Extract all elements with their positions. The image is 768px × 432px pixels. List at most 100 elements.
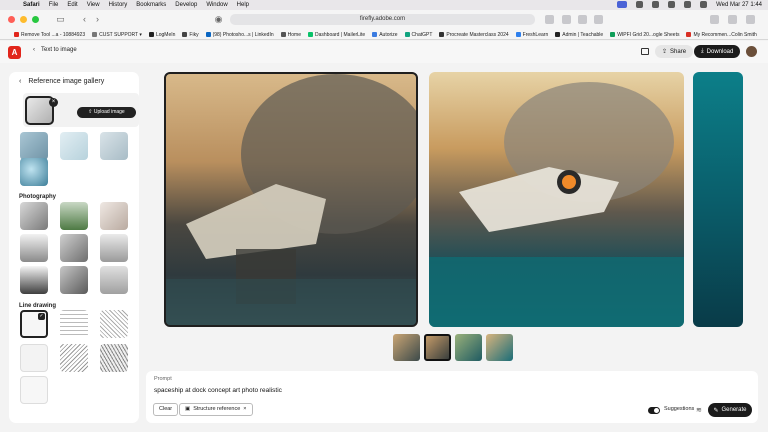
gallery-thumbnail[interactable] (60, 202, 88, 230)
screen-record-icon[interactable] (617, 1, 628, 8)
gallery-thumbnail[interactable] (100, 344, 128, 372)
clear-button[interactable]: Clear (153, 403, 179, 416)
structure-reference-chip[interactable]: ▣ Structure reference × (179, 403, 253, 416)
share-label: Share (670, 48, 687, 55)
back-icon[interactable]: ‹ (80, 15, 89, 24)
prompt-label: Prompt (154, 376, 172, 382)
status-icon[interactable] (636, 1, 644, 8)
gallery-thumbnail[interactable] (20, 202, 48, 230)
menu-help[interactable]: Help (237, 2, 249, 8)
battery-icon[interactable] (684, 1, 692, 8)
menu-bookmarks[interactable]: Bookmarks (136, 2, 166, 8)
gallery-thumbnail[interactable] (20, 344, 48, 372)
prompt-input[interactable]: spaceship at dock concept art photo real… (154, 387, 282, 394)
bookmark-label: ChatGPT (411, 31, 433, 38)
bookmark-favicon-icon (372, 32, 378, 37)
extension-icon[interactable] (578, 15, 587, 24)
bookmark-favicon-icon (610, 32, 616, 37)
menu-view[interactable]: View (87, 2, 100, 8)
gallery-thumbnail-selected[interactable]: ✓ (20, 310, 48, 338)
menu-edit[interactable]: Edit (67, 2, 77, 8)
selected-reference-thumbnail[interactable]: × (25, 96, 58, 125)
menu-history[interactable]: History (109, 2, 128, 8)
back-to-text-to-image-link[interactable]: ‹ Text to image (33, 47, 77, 53)
generated-image-selected[interactable] (164, 72, 418, 327)
remove-reference-icon[interactable]: × (49, 98, 58, 107)
browser-toolbar: ▭ ‹ › ◉ firefly.adobe.com Remove Tool ..… (0, 10, 768, 40)
gallery-thumbnail[interactable] (100, 234, 128, 262)
chevron-left-icon[interactable]: ‹ (19, 78, 21, 85)
bookmark-favicon-icon (92, 32, 98, 37)
adobe-logo-icon[interactable]: A (8, 46, 21, 59)
bookmark-item[interactable]: Fiky (182, 32, 199, 38)
new-tab-icon[interactable] (728, 15, 737, 24)
bookmark-item[interactable]: FreshLearn (515, 32, 548, 38)
gallery-thumbnail[interactable] (20, 158, 48, 186)
bookmark-item[interactable]: CUST SUPPORT ▾ (92, 32, 142, 38)
gallery-thumbnail[interactable] (100, 266, 128, 294)
forward-icon[interactable]: › (93, 15, 102, 24)
menu-app[interactable]: Safari (23, 2, 40, 8)
menu-file[interactable]: File (49, 2, 59, 8)
bookmark-item[interactable]: LogMeIn (148, 32, 175, 38)
gallery-thumbnail[interactable] (100, 132, 128, 160)
bookmark-item[interactable]: (98) Photosho...s | LinkedIn (205, 32, 274, 38)
gallery-thumbnail[interactable] (100, 310, 128, 338)
control-center-icon[interactable] (700, 1, 708, 8)
minimize-window-button[interactable] (20, 16, 27, 23)
gallery-thumbnail[interactable] (60, 344, 88, 372)
mac-menubar: Safari File Edit View History Bookmarks … (0, 0, 768, 10)
gallery-thumbnail[interactable] (20, 266, 48, 294)
gallery-thumbnail[interactable] (100, 202, 128, 230)
bookmark-item[interactable]: Remove Tool ...a - 10884923 (14, 32, 85, 38)
gallery-thumbnail[interactable] (60, 266, 88, 294)
gallery-thumbnail[interactable] (60, 234, 88, 262)
gallery-thumbnail[interactable] (20, 376, 48, 404)
gallery-thumbnail[interactable] (60, 132, 88, 160)
bookmark-label: My Recommen...Colin Smith (693, 31, 757, 38)
variation-thumbnail-selected[interactable] (424, 334, 451, 361)
variation-thumbnail[interactable] (486, 334, 513, 361)
gallery-thumbnail[interactable] (20, 132, 48, 160)
share-icon[interactable] (710, 15, 719, 24)
bookmark-item[interactable]: Admin | Teachable (555, 32, 603, 38)
generated-image[interactable] (429, 72, 684, 327)
address-bar[interactable]: firefly.adobe.com (230, 14, 535, 25)
bookmark-item[interactable]: WIPFI Grid 20...ogle Sheets (610, 32, 679, 38)
gallery-thumbnail[interactable] (60, 310, 88, 338)
selected-check-icon: ✓ (38, 313, 45, 320)
wifi-icon[interactable] (668, 1, 676, 8)
generate-button[interactable]: ✎ Generate (708, 403, 752, 417)
home-icon[interactable] (545, 15, 554, 24)
variation-thumbnail[interactable] (393, 334, 420, 361)
menu-window[interactable]: Window (206, 2, 227, 8)
suggestions-toggle[interactable] (648, 407, 660, 414)
settings-sliders-icon[interactable]: ≋ (696, 406, 702, 414)
bookmark-item[interactable]: Autorize (372, 32, 398, 38)
sidebar-toggle-icon[interactable]: ▭ (56, 15, 65, 24)
bookmark-item[interactable]: Home (280, 31, 301, 38)
bookmark-item[interactable]: Procreate Masterclass 2024 (439, 32, 509, 38)
tab-overview-icon[interactable] (746, 15, 755, 24)
generated-image-partial[interactable] (693, 72, 743, 327)
status-icon[interactable] (652, 1, 660, 8)
zoom-window-button[interactable] (32, 16, 39, 23)
bookmark-item[interactable]: My Recommen...Colin Smith (686, 31, 757, 38)
gallery-thumbnail[interactable] (20, 234, 48, 262)
avatar[interactable] (746, 46, 757, 57)
menubar-clock[interactable]: Wed Mar 27 1:44 (716, 2, 762, 8)
bookmark-label: Home (287, 31, 301, 38)
remove-chip-icon[interactable]: × (243, 404, 246, 415)
bookmark-item[interactable]: ChatGPT (404, 31, 433, 38)
feedback-icon[interactable] (641, 48, 649, 55)
bookmark-item[interactable]: Dashboard | MailerLite (307, 32, 365, 38)
apple-menu-icon[interactable] (6, 1, 14, 9)
variation-thumbnail[interactable] (455, 334, 482, 361)
menu-develop[interactable]: Develop (175, 2, 197, 8)
download-button[interactable]: ⤓ Download (694, 45, 741, 58)
share-button[interactable]: ⇪ Share (655, 45, 694, 58)
close-window-button[interactable] (8, 16, 15, 23)
upload-image-button[interactable]: ⇧ Upload image (77, 107, 136, 118)
extension-icon[interactable] (562, 15, 571, 24)
translate-icon[interactable] (594, 15, 603, 24)
